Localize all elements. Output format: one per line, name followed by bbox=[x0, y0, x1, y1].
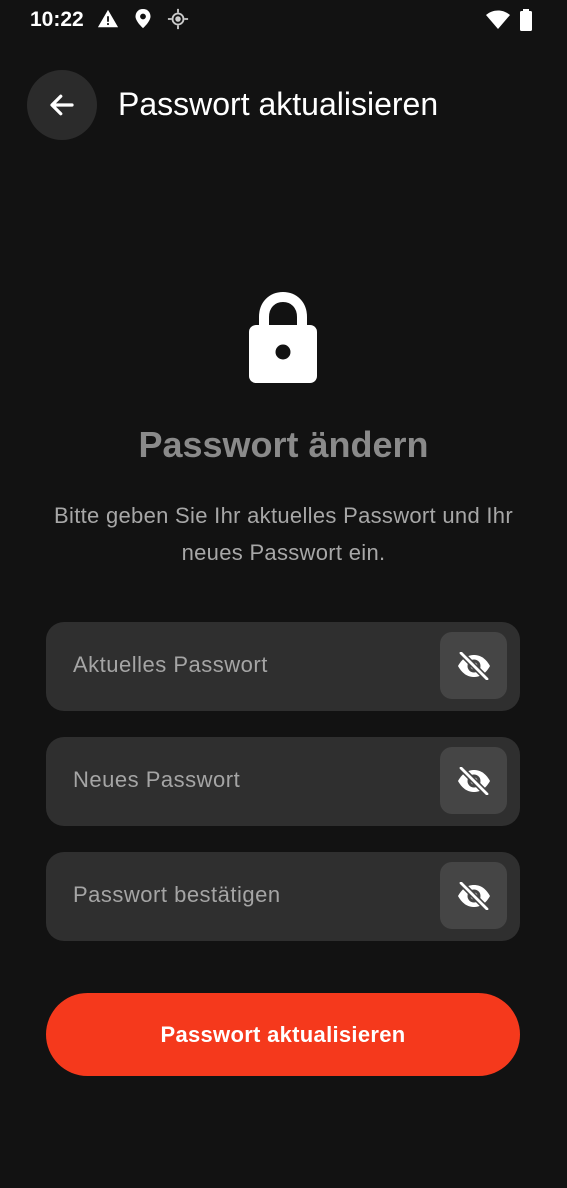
lock-icon bbox=[249, 292, 317, 383]
gps-icon bbox=[167, 8, 189, 30]
new-password-field[interactable]: Neues Passwort bbox=[46, 737, 520, 826]
confirm-password-field[interactable]: Passwort bestätigen bbox=[46, 852, 520, 941]
toggle-visibility-button[interactable] bbox=[440, 862, 507, 929]
location-pin-icon bbox=[135, 9, 151, 29]
eye-off-icon bbox=[457, 881, 490, 910]
page-title: Passwort aktualisieren bbox=[118, 86, 439, 122]
battery-icon bbox=[520, 9, 532, 31]
toggle-visibility-button[interactable] bbox=[440, 632, 507, 699]
toggle-visibility-button[interactable] bbox=[440, 747, 507, 814]
confirm-password-placeholder: Passwort bestätigen bbox=[73, 882, 281, 907]
eye-off-icon bbox=[457, 651, 490, 680]
new-password-placeholder: Neues Passwort bbox=[73, 767, 241, 792]
section-description: Bitte geben Sie Ihr aktuelles Passwort u… bbox=[54, 503, 513, 565]
current-password-field[interactable]: Aktuelles Passwort bbox=[46, 622, 520, 711]
status-time: 10:22 bbox=[30, 8, 84, 31]
warning-icon bbox=[97, 9, 119, 28]
update-password-button[interactable]: Passwort aktualisieren bbox=[46, 993, 520, 1076]
current-password-placeholder: Aktuelles Passwort bbox=[73, 652, 268, 677]
eye-off-icon bbox=[457, 766, 490, 795]
back-button[interactable] bbox=[27, 70, 97, 140]
status-bar: 10:22 bbox=[0, 0, 567, 40]
arrow-left-icon bbox=[50, 94, 74, 116]
wifi-icon bbox=[486, 10, 510, 29]
section-heading: Passwort ändern bbox=[138, 424, 429, 465]
